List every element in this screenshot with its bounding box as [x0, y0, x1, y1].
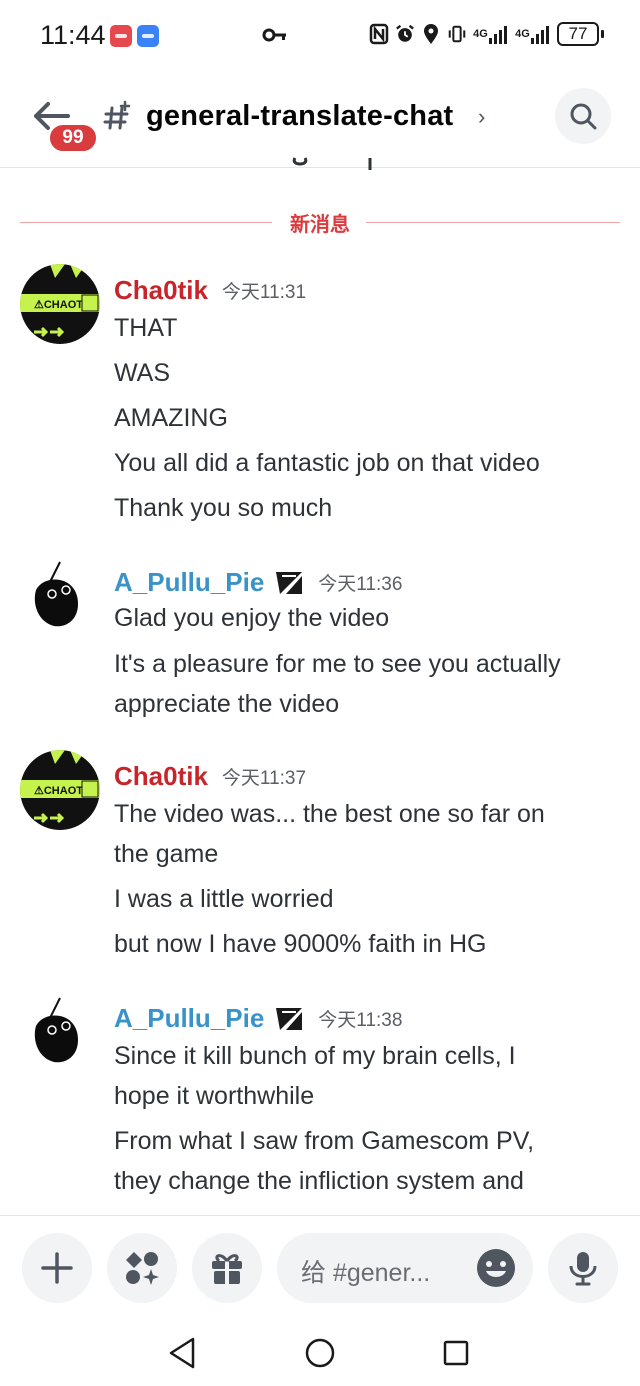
apps-icon [126, 1252, 159, 1285]
app-notification-icon [110, 25, 132, 47]
nav-recents-icon [443, 1340, 469, 1366]
unread-badge: 99 [47, 122, 99, 154]
nav-home-icon [305, 1338, 335, 1368]
apps-button[interactable] [107, 1233, 177, 1303]
channel-title[interactable]: general-translate-chat [146, 100, 453, 133]
pullu-pie-avatar-image [20, 560, 100, 640]
message-line: The video was... the best one so far on [114, 800, 545, 828]
author-name[interactable]: Cha0tik [114, 761, 208, 792]
message-line: Since it kill bunch of my brain cells, I [114, 1042, 516, 1070]
message-timestamp: 今天11:31 [221, 281, 307, 303]
gift-button[interactable] [192, 1233, 262, 1303]
status-time: 11:44 [40, 20, 106, 50]
message-line: THAT [114, 314, 178, 342]
key-icon [262, 28, 286, 42]
message-line: From what I saw from Gamescom PV, [114, 1127, 535, 1155]
signal-4g-icon: 4G [473, 23, 509, 45]
audio-notification-icon [137, 25, 159, 47]
alarm-icon [395, 23, 415, 45]
clipped-previous-text [292, 157, 372, 170]
chaotik-avatar-image: ⚠CHAOTIK [20, 750, 100, 830]
message-input-placeholder: 给 #gener... [301, 1259, 431, 1287]
avatar-a-pullu-pie[interactable] [20, 996, 100, 1076]
role-badge-icon [276, 1008, 303, 1030]
message-line: appreciate the video [114, 690, 340, 718]
message-line: WAS [114, 359, 171, 387]
plus-icon [41, 1252, 73, 1284]
message-line: AMAZING [114, 404, 228, 432]
search-button[interactable] [555, 88, 611, 144]
avatar-cha0tik[interactable]: ⚠CHAOTIK [20, 264, 100, 344]
voice-message-button[interactable] [548, 1233, 618, 1303]
status-right: 4G 4G 77 [369, 22, 604, 46]
battery-level: 77 [557, 22, 599, 46]
status-bar: 11:44 4G 4G 77 [0, 0, 640, 72]
message-composer: 给 #gener... [0, 1215, 640, 1321]
message-input[interactable]: 给 #gener... [277, 1233, 533, 1303]
message-line: Glad you enjoy the video [114, 604, 390, 632]
avatar-a-pullu-pie[interactable] [20, 560, 100, 640]
nfc-icon [369, 23, 389, 45]
author-line: A_Pullu_Pie 今天11:36 [114, 564, 402, 600]
message-line: they change the infliction system and [114, 1167, 524, 1195]
message-line: Thank you so much [114, 494, 333, 522]
emoji-icon[interactable] [476, 1248, 516, 1288]
chevron-right-icon[interactable]: › [478, 104, 485, 130]
author-line: A_Pullu_Pie 今天11:38 [114, 1000, 402, 1036]
location-icon [421, 23, 441, 45]
author-line: Cha0tik 今天11:37 [114, 758, 306, 794]
add-attachment-button[interactable] [22, 1233, 92, 1303]
vibrate-icon [447, 23, 467, 45]
message-line: You all did a fantastic job on that vide… [114, 449, 540, 477]
nav-recents-button[interactable] [436, 1333, 476, 1373]
chaotik-avatar-image: ⚠CHAOTIK [20, 264, 100, 344]
message-line: hope it worthwhile [114, 1082, 315, 1110]
nav-home-button[interactable] [300, 1333, 340, 1373]
new-messages-label: 新消息 [290, 214, 350, 236]
message-timestamp: 今天11:37 [221, 767, 307, 789]
author-name[interactable]: A_Pullu_Pie [114, 1003, 264, 1034]
thread-hash-icon [103, 100, 131, 130]
nav-back-icon [169, 1337, 195, 1369]
microphone-icon [569, 1252, 597, 1286]
role-badge-icon [276, 572, 303, 594]
author-line: Cha0tik 今天11:31 [114, 272, 306, 308]
signal-4g-icon-2: 4G [515, 23, 551, 45]
system-nav-bar [0, 1321, 640, 1386]
message-timestamp: 今天11:36 [318, 573, 403, 595]
message-line: I was a little worried [114, 885, 334, 913]
gift-icon [212, 1254, 242, 1284]
author-name[interactable]: Cha0tik [114, 275, 208, 306]
new-messages-divider: 新消息 [20, 208, 620, 238]
avatar-cha0tik[interactable]: ⚠CHAOTIK [20, 750, 100, 830]
message-line: the game [114, 840, 219, 868]
pullu-pie-avatar-image [20, 996, 100, 1076]
battery-icon: 77 [557, 22, 604, 46]
message-line: It's a pleasure for me to see you actual… [114, 650, 561, 678]
message-timestamp: 今天11:38 [318, 1009, 403, 1031]
channel-header: 99 general-translate-chat › [0, 78, 640, 168]
author-name[interactable]: A_Pullu_Pie [114, 567, 264, 598]
search-icon [570, 103, 597, 130]
message-line: but now I have 9000% faith in HG [114, 930, 487, 958]
nav-back-button[interactable] [162, 1333, 202, 1373]
